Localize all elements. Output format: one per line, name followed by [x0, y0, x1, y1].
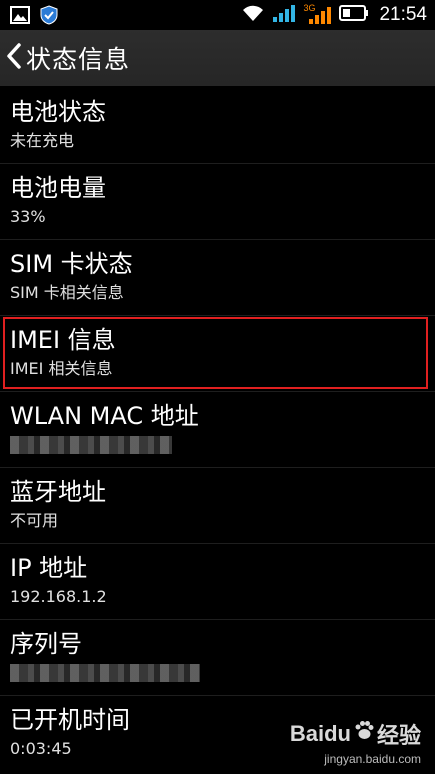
- item-wlan-mac[interactable]: WLAN MAC 地址: [0, 392, 435, 468]
- blurred-value: [10, 436, 172, 454]
- item-title: 电池状态: [10, 98, 106, 126]
- status-info-list: 电池状态 未在充电 电池电量 33% SIM 卡状态 SIM 卡相关信息 IME…: [0, 88, 435, 772]
- item-serial-number[interactable]: 序列号: [0, 620, 435, 696]
- paw-icon: [353, 720, 375, 748]
- wifi-icon: [241, 3, 265, 27]
- brand-text: Baidu: [289, 721, 351, 746]
- item-summary: 未在充电: [10, 131, 75, 150]
- item-summary: SIM 卡相关信息: [10, 283, 124, 302]
- item-sim-status[interactable]: SIM 卡状态 SIM 卡相关信息: [0, 240, 435, 316]
- item-summary: 192.168.1.2: [10, 587, 107, 606]
- brand-cn-text: 经验: [376, 723, 421, 748]
- item-title: SIM 卡状态: [10, 250, 133, 278]
- item-title: IP 地址: [10, 554, 88, 582]
- baidu-watermark: Baidu 经验 jingyan.baidu.com: [290, 718, 421, 766]
- item-summary: 33%: [10, 207, 46, 226]
- item-summary: IMEI 相关信息: [10, 359, 113, 378]
- action-bar: 状态信息: [0, 30, 435, 86]
- page-title: 状态信息: [26, 45, 131, 74]
- item-bluetooth-address[interactable]: 蓝牙地址 不可用: [0, 468, 435, 544]
- site-text: jingyan.baidu.com: [324, 752, 421, 766]
- item-battery-level[interactable]: 电池电量 33%: [0, 164, 435, 240]
- clock: 21:54: [379, 4, 427, 25]
- item-ip-address[interactable]: IP 地址 192.168.1.2: [0, 544, 435, 620]
- chevron-left-icon: [6, 43, 22, 73]
- item-summary: 不可用: [10, 511, 59, 530]
- item-title: WLAN MAC 地址: [10, 402, 199, 430]
- item-title: 电池电量: [10, 174, 106, 202]
- item-battery-status[interactable]: 电池状态 未在充电: [0, 88, 435, 164]
- battery-icon: [339, 4, 369, 26]
- shield-icon: [40, 5, 58, 29]
- item-title: 序列号: [10, 630, 82, 658]
- image-icon: [10, 6, 30, 28]
- status-bar: 3G 21:54: [0, 0, 435, 30]
- item-title: 蓝牙地址: [10, 478, 106, 506]
- back-button[interactable]: 状态信息: [0, 30, 130, 86]
- item-title: IMEI 信息: [10, 326, 116, 354]
- network-3g-icon: 3G: [303, 3, 333, 25]
- item-imei-info[interactable]: IMEI 信息 IMEI 相关信息: [0, 316, 435, 392]
- signal-icon: [271, 3, 297, 27]
- blurred-value: [10, 664, 200, 682]
